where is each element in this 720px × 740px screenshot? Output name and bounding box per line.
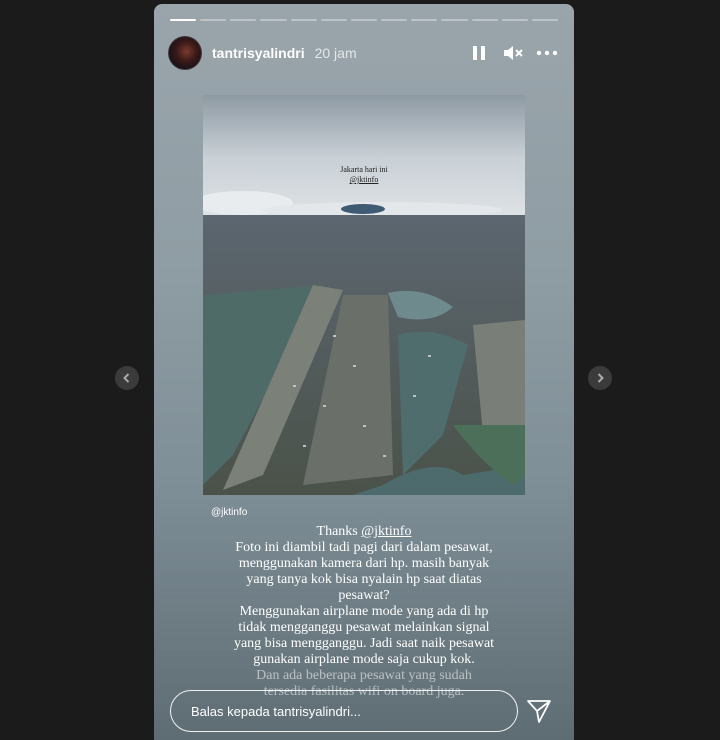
send-button[interactable] — [526, 698, 552, 724]
story-timestamp: 20 jam — [314, 45, 357, 61]
next-story-button[interactable] — [588, 366, 612, 390]
caption-line: Menggunakan airplane mode yang ada di hp — [239, 604, 489, 619]
progress-segment — [170, 19, 197, 21]
aerial-photo — [203, 95, 525, 495]
progress-segment — [441, 19, 468, 21]
story-viewer[interactable]: tantrisyalindri 20 jam Jakarta hari ini … — [154, 4, 574, 740]
caption-thanks-line: Thanks @jktinfo — [214, 524, 514, 540]
more-horizontal-icon — [536, 50, 558, 56]
story-header: tantrisyalindri 20 jam — [168, 36, 558, 70]
send-paper-plane-icon — [527, 700, 551, 723]
progress-segment — [381, 19, 408, 21]
progress-segment — [260, 19, 287, 21]
caption-line: menggunakan kamera dari hp. masih banyak — [238, 556, 490, 571]
progress-segment — [411, 19, 438, 21]
pause-button[interactable] — [468, 42, 490, 64]
previous-story-button[interactable] — [115, 366, 139, 390]
mute-button[interactable] — [502, 42, 524, 64]
caption-mention[interactable]: @jktinfo — [361, 524, 411, 539]
photo-credit[interactable]: @jktinfo — [211, 507, 247, 518]
caption-line: gunakan airplane mode saja cukup kok. — [253, 652, 475, 667]
avatar[interactable] — [168, 36, 202, 70]
progress-segment — [350, 19, 378, 21]
caption-line: yang bisa mengganggu. Jadi saat naik pes… — [233, 636, 495, 651]
more-options-button[interactable] — [536, 42, 558, 64]
pause-icon — [473, 46, 485, 60]
progress-segment — [200, 19, 227, 21]
story-progress-bar — [170, 19, 559, 21]
speaker-muted-icon — [504, 46, 523, 60]
caption-line-faded: Dan ada beberapa pesawat yang sudah — [256, 668, 472, 683]
caption-line: pesawat? — [338, 588, 390, 603]
story-photo-aerial-jakarta: Jakarta hari ini @jktinfo — [203, 95, 525, 495]
username[interactable]: tantrisyalindri — [212, 45, 305, 61]
reply-input[interactable]: Balas kepada tantrisyalindri... — [170, 690, 518, 732]
caption-line: tidak mengganggu pesawat melainkan signa… — [238, 620, 490, 635]
chevron-left-icon — [123, 373, 130, 383]
photo-overlay-mention[interactable]: @jktinfo — [203, 175, 525, 185]
progress-segment — [290, 19, 317, 21]
progress-segment — [230, 19, 257, 21]
progress-segment — [531, 19, 559, 21]
caption-line: yang tanya kok bisa nyalain hp saat diat… — [246, 572, 482, 587]
progress-segment — [471, 19, 498, 21]
chevron-right-icon — [597, 373, 604, 383]
reply-placeholder: Balas kepada tantrisyalindri... — [191, 703, 361, 719]
progress-segment — [501, 19, 528, 21]
photo-overlay-title: Jakarta hari ini — [340, 165, 388, 174]
progress-segment — [320, 19, 347, 21]
story-caption: Thanks @jktinfo Foto ini diambil tadi pa… — [214, 524, 514, 700]
caption-thanks-prefix: Thanks — [316, 524, 362, 539]
photo-overlay-text: Jakarta hari ini @jktinfo — [203, 165, 525, 185]
caption-line: Foto ini diambil tadi pagi dari dalam pe… — [235, 540, 493, 555]
